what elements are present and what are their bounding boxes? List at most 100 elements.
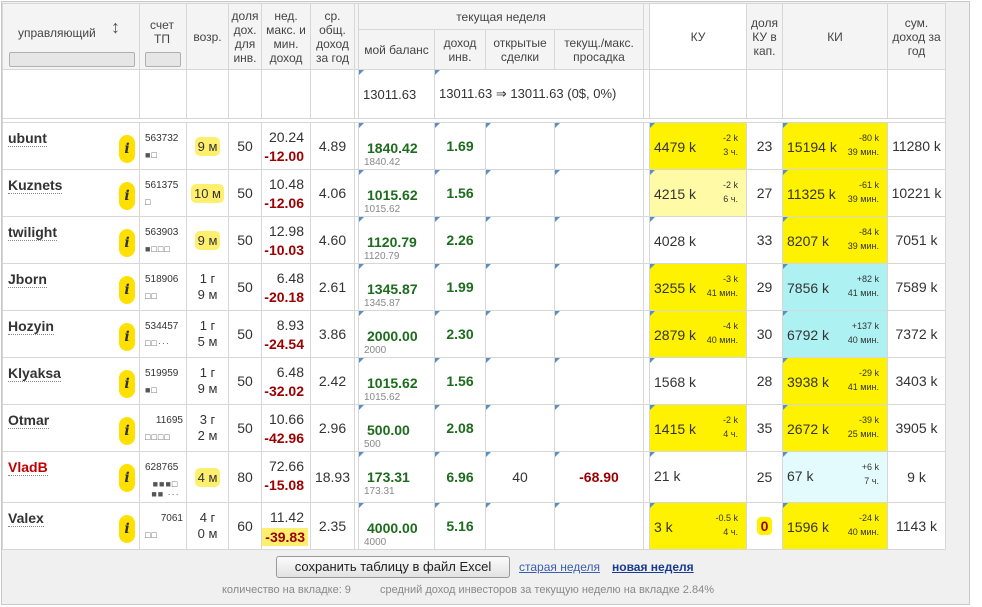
ki-header[interactable]: КИ <box>782 3 888 70</box>
drawdown-header[interactable]: текущ./макс. просадка <box>554 29 644 70</box>
manager-filter-input[interactable] <box>9 52 135 67</box>
investor-income-label: доход инв. <box>443 35 477 64</box>
info-icon[interactable]: i <box>119 182 135 210</box>
table-row: Otmar i 11695 □□□□ 3 г2 м 50 10.66 -42.9… <box>2 404 946 452</box>
balance-value: 1015.62 <box>367 375 418 391</box>
age-cell: 1 г9 м <box>186 357 229 405</box>
share-cell: 80 <box>228 451 262 503</box>
age-cell: 9 м <box>186 216 229 264</box>
week-max-min-cell: 72.66 -15.08 <box>261 451 311 503</box>
investor-income-cell: 1.56 <box>434 357 486 405</box>
ki-delta: +82 k <box>856 274 879 284</box>
ku-delta: -0.5 k <box>715 513 738 523</box>
manager-name-link[interactable]: Klyaksa <box>8 366 61 382</box>
share-header[interactable]: доля дох. для инв. <box>228 3 262 70</box>
manager-name-link[interactable]: twilight <box>8 225 57 241</box>
manager-cell: ubunt i <box>2 122 140 170</box>
age-badge: 4 м <box>194 467 221 487</box>
age-years: 1 г <box>199 365 216 380</box>
info-icon[interactable]: i <box>119 417 135 445</box>
manager-name-link[interactable]: Kuznets <box>8 178 63 194</box>
info-icon[interactable]: i <box>119 229 135 257</box>
share-cell: 50 <box>228 216 262 264</box>
ki-delta: -29 k <box>858 368 879 378</box>
ku-delta: -2 k <box>722 133 738 143</box>
info-icon[interactable]: i <box>119 276 135 304</box>
account-header[interactable]: счет ТП <box>139 3 187 70</box>
ku-share-value: 30 <box>756 326 773 342</box>
ku-share-label: доля КУ в кап. <box>751 15 778 58</box>
age-header[interactable]: возр. <box>186 3 229 70</box>
rating-indicator: ■□□□ <box>145 244 171 254</box>
avg-total-cell: 2.96 <box>310 404 355 452</box>
ku-share-cell: 33 <box>746 216 783 264</box>
ku-share-cell: 0 <box>746 502 783 550</box>
balance-sub-value: 1840.42 <box>364 157 401 168</box>
avg-total-cell: 18.93 <box>310 451 355 503</box>
balance-value: 1120.79 <box>367 234 417 250</box>
investor-income-cell: 1.99 <box>434 263 486 311</box>
managers-table: управляющий ↕ счет ТП возр. доля дох. дл… <box>2 3 946 550</box>
manager-header[interactable]: управляющий ↕ <box>2 3 140 70</box>
week-min-value: -32.02 <box>264 383 304 399</box>
drawdown-cell <box>554 216 644 264</box>
age-years: 1 г <box>199 271 216 286</box>
sum-income-cell: 11280 k <box>887 122 946 170</box>
ku-delta: -2 k <box>722 180 738 190</box>
sum-income-header[interactable]: сум. доход за год <box>887 3 946 70</box>
manager-name-link[interactable]: ubunt <box>8 131 47 147</box>
manager-name-link[interactable]: Hozyin <box>8 319 54 335</box>
investor-income-header[interactable]: доход инв. <box>434 29 486 70</box>
balance-sub-value: 1345.87 <box>364 298 401 309</box>
info-icon[interactable]: i <box>119 464 135 492</box>
info-icon[interactable]: i <box>119 323 135 351</box>
week-max-min-cell: 6.48 -20.18 <box>261 263 311 311</box>
ku-share-value: 33 <box>756 232 773 248</box>
week-max-min-cell: 20.24 -12.00 <box>261 122 311 170</box>
summary-balance: 13011.63 <box>358 69 435 119</box>
balance-cell: 1120.79 1120.79 <box>358 216 435 264</box>
sort-icon[interactable]: ↕ <box>111 18 120 36</box>
balance-cell: 2000.00 2000 <box>358 310 435 358</box>
ku-delta: -3 k <box>722 274 738 284</box>
avg-total-header[interactable]: ср. общ. доход за год <box>310 3 355 70</box>
week-max-value: 6.48 <box>276 364 304 380</box>
share-cell: 50 <box>228 357 262 405</box>
table-row: Valex i 7061 □□ 4 г0 м 60 11.42 -39.83 2… <box>2 502 946 550</box>
balance-sub-value: 2000 <box>364 345 387 356</box>
manager-name-link[interactable]: Valex <box>8 511 44 527</box>
account-number: 628765 <box>145 462 179 473</box>
balance-value: 4000.00 <box>367 520 418 536</box>
sum-income-cell: 7589 k <box>887 263 946 311</box>
week-max-min-header[interactable]: нед. макс. и мин. доход <box>261 3 311 70</box>
age-badge: 10 м <box>190 183 224 203</box>
info-icon[interactable]: i <box>119 135 135 163</box>
account-filter-input[interactable] <box>145 52 181 67</box>
manager-name-link[interactable]: Otmar <box>8 413 50 429</box>
manager-name-link[interactable]: Jborn <box>8 272 47 288</box>
ki-value: 67 k <box>787 468 814 484</box>
ku-cell: 3255 k -3 k 41 мин. <box>649 263 747 311</box>
open-deals-cell <box>485 169 555 217</box>
ki-delta-time: 39 мин. <box>847 241 879 251</box>
age-badge: 9 м <box>194 136 221 156</box>
ku-share-cell: 28 <box>746 357 783 405</box>
rating-indicator: □□□□ <box>145 432 171 442</box>
balance-sub-value: 500 <box>364 439 381 450</box>
new-week-link[interactable]: новая неделя <box>612 560 694 574</box>
old-week-link[interactable]: старая неделя <box>519 560 600 574</box>
manager-name-link[interactable]: VladB <box>8 460 48 476</box>
open-deals-header[interactable]: открытые сделки <box>485 29 555 70</box>
info-icon[interactable]: i <box>119 370 135 398</box>
ku-delta: -4 k <box>722 321 738 331</box>
ki-value: 2672 k <box>787 421 830 437</box>
ku-share-header[interactable]: доля КУ в кап. <box>746 3 783 70</box>
ku-header[interactable]: КУ <box>649 3 747 70</box>
account-number: 563903 <box>145 227 179 238</box>
investor-income-cell: 2.08 <box>434 404 486 452</box>
age-years: 4 г <box>199 510 216 525</box>
info-icon[interactable]: i <box>119 515 135 543</box>
drawdown-cell <box>554 263 644 311</box>
my-balance-header[interactable]: мой баланс <box>358 29 435 70</box>
save-excel-button[interactable]: сохранить таблицу в файл Excel <box>276 556 510 578</box>
